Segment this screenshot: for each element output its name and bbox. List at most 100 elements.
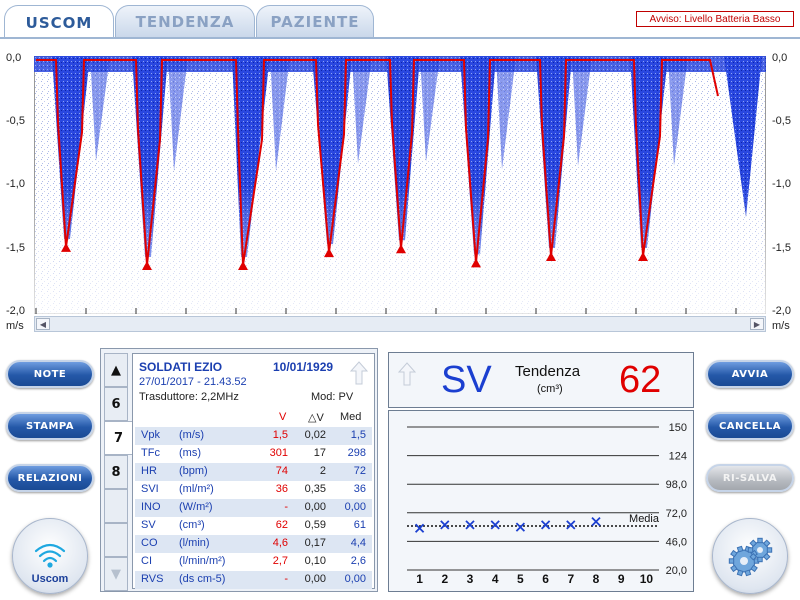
upload-arrow-icon[interactable] (349, 360, 369, 386)
gear-tooth (757, 556, 763, 563)
x-tick-label: 1 (416, 572, 423, 586)
x-tick-label: 10 (640, 572, 654, 586)
param-unit: (l/min/m²) (179, 555, 226, 567)
sv-value: 62 (619, 359, 662, 401)
col-v-header: V (279, 411, 287, 423)
col-med-header: Med (340, 411, 362, 423)
scroll-right-icon[interactable]: ▶ (750, 318, 764, 330)
param-v: 4,6 (272, 537, 288, 549)
param-v: 74 (275, 465, 288, 477)
patient-panel: ▲ 6 7 8 ▼ SOLDATI EZIO 10/01/1929 27/01/… (100, 348, 378, 592)
param-name: TFc (141, 447, 160, 459)
sv-label: SV (441, 359, 492, 401)
risalva-button: RI-SALVA (706, 464, 794, 492)
param-name: CO (141, 537, 158, 549)
param-unit: (m/s) (179, 429, 205, 441)
param-name: CI (141, 555, 152, 567)
x-tick-label: 5 (517, 572, 524, 586)
param-name: SVI (141, 483, 159, 495)
exam-datetime: 27/01/2017 - 21.43.52 (139, 376, 247, 388)
y-tick-left-0: 0,0 (6, 52, 22, 64)
param-row-ino: INO (W/m²) - 0,00 0,00 (135, 499, 372, 517)
param-row-svi: SVI (ml/m²) 36 0,35 36 (135, 481, 372, 499)
param-row-sv: SV (cm³) 62 0,59 61 (135, 517, 372, 535)
cancella-button[interactable]: CANCELLA (706, 412, 794, 440)
doppler-scrollbar[interactable]: ◀ ▶ (34, 316, 766, 332)
page-6-button[interactable]: 6 (104, 387, 128, 421)
x-tick-label: 2 (441, 572, 448, 586)
param-v: - (284, 573, 288, 585)
param-v: 62 (275, 519, 288, 531)
media-label: Media (629, 513, 660, 525)
param-dv: 0,59 (304, 519, 326, 531)
y-tick-right-0: 0,0 (772, 52, 788, 64)
page-up-button[interactable]: ▲ (104, 353, 128, 387)
settings-button[interactable] (712, 518, 788, 594)
param-name: HR (141, 465, 157, 477)
page-down-button[interactable]: ▼ (104, 557, 128, 591)
sv-data-point (490, 520, 500, 530)
y-unit-left: m/s (6, 320, 24, 332)
param-row-co: CO (l/min) 4,6 0,17 4,4 (135, 535, 372, 553)
param-unit: (l/min) (179, 537, 210, 549)
y-tick-label: 72,0 (666, 508, 687, 520)
gear-tooth (736, 569, 744, 577)
tab-paziente[interactable]: PAZIENTE (256, 5, 374, 38)
tab-uscom[interactable]: USCOM (4, 5, 114, 39)
param-v: - (284, 501, 288, 513)
col-dv-header: △V (308, 412, 324, 424)
scroll-left-icon[interactable]: ◀ (36, 318, 50, 330)
param-med: 2,6 (350, 555, 366, 567)
param-dv: 0,00 (304, 573, 326, 585)
stampa-button[interactable]: STAMPA (6, 412, 94, 440)
param-unit: (bpm) (179, 465, 208, 477)
page-7-button[interactable]: 7 (104, 421, 132, 455)
param-dv: 17 (313, 447, 326, 459)
relazioni-button[interactable]: RELAZIONI (6, 464, 94, 492)
note-button[interactable]: NOTE (6, 360, 94, 388)
param-dv: 0,00 (304, 501, 326, 513)
uscom-logo-text: Uscom (31, 573, 69, 585)
patient-card: SOLDATI EZIO 10/01/1929 27/01/2017 - 21.… (132, 353, 375, 589)
y-tick-left-1: -0,5 (6, 115, 25, 127)
y-tick-label: 46,0 (666, 536, 687, 548)
page-empty-2[interactable] (104, 523, 128, 557)
param-name: RVS (141, 573, 164, 585)
param-v: 36 (275, 483, 288, 495)
param-name: Vpk (141, 429, 160, 441)
param-med: 61 (353, 519, 366, 531)
param-dv: 0,02 (304, 429, 326, 441)
uscom-logo-button[interactable]: Uscom (12, 518, 88, 594)
y-tick-label: 124 (669, 451, 687, 463)
sv-panel: SV Tendenza (cm³) 62 (388, 352, 694, 408)
y-tick-label: 98,0 (666, 479, 687, 491)
param-name: INO (141, 501, 161, 513)
gears-icon (728, 537, 773, 577)
doppler-spectrum (34, 56, 766, 314)
param-med: 298 (347, 447, 366, 459)
param-unit: (W/m²) (179, 501, 213, 513)
param-row-tfc: TFc (ms) 301 17 298 (135, 445, 372, 463)
y-tick-left-4: -2,0 (6, 305, 25, 317)
avvia-button[interactable]: AVVIA (706, 360, 794, 388)
y-tick-right-1: -0,5 (772, 115, 791, 127)
y-tick-label: 150 (669, 422, 687, 434)
page-empty-1[interactable] (104, 489, 128, 523)
x-tick-label: 8 (593, 572, 600, 586)
param-med: 4,4 (350, 537, 366, 549)
gear-tooth (728, 558, 735, 564)
param-v: 1,5 (272, 429, 288, 441)
y-tick-left-2: -1,0 (6, 178, 25, 190)
x-tick-label: 6 (542, 572, 549, 586)
page-8-button[interactable]: 8 (104, 455, 128, 489)
param-med: 72 (353, 465, 366, 477)
tab-tendenza[interactable]: TENDENZA (115, 5, 255, 38)
gear-tooth (747, 547, 754, 553)
param-med: 1,5 (350, 429, 366, 441)
param-dv: 0,17 (304, 537, 326, 549)
patient-dob: 10/01/1929 (273, 360, 334, 374)
sv-data-point (540, 520, 551, 530)
x-tick-label: 9 (618, 572, 625, 586)
param-med: 36 (353, 483, 366, 495)
sv-upload-arrow-icon[interactable] (397, 361, 417, 387)
